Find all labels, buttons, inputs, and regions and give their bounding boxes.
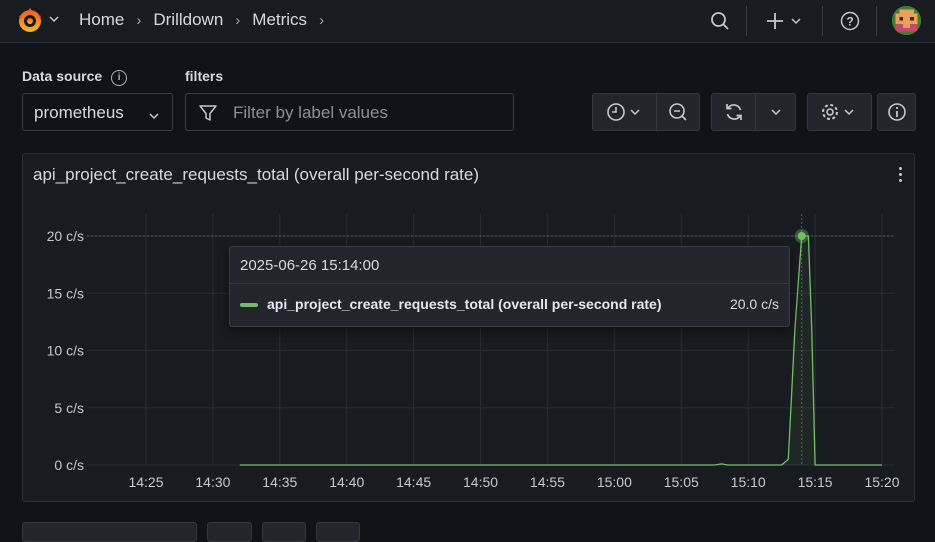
tooltip-series-name: api_project_create_requests_total (overa… [267,296,662,312]
add-menu-button[interactable] [765,8,805,34]
chevron-right-icon: › [136,11,142,29]
bottom-control[interactable] [262,522,306,542]
filter-icon [198,103,218,128]
x-tick-label: 14:40 [329,474,364,490]
top-nav-bar: Home › Drilldown › Metrics › ? [0,0,935,43]
breadcrumb-metrics[interactable]: Metrics [252,10,307,30]
divider [876,6,877,36]
time-picker-button[interactable] [592,93,657,131]
x-tick-label: 15:05 [664,474,699,490]
metric-panel: api_project_create_requests_total (overa… [22,153,915,502]
chevron-right-icon: › [319,11,325,29]
y-tick-label: 15 c/s [47,285,84,301]
x-tick-label: 14:50 [463,474,498,490]
filter-text-field[interactable] [231,100,505,126]
zoom-out-button[interactable] [656,93,700,131]
x-tick-label: 14:35 [262,474,297,490]
x-tick-label: 15:00 [597,474,632,490]
refresh-button[interactable] [711,93,756,131]
divider [230,283,789,284]
info-icon[interactable]: i [111,70,128,86]
data-source-select[interactable]: prometheus [22,93,173,131]
info-button[interactable] [877,93,916,131]
tooltip-value: 20.0 c/s [729,296,779,312]
timeseries-chart[interactable]: 20 c/s 15 c/s 10 c/s 5 c/s 0 c/s 14:25 14:30 14… [23,154,914,501]
help-icon[interactable]: ? [838,8,862,34]
filters-label: filters [185,68,224,84]
x-tick-label: 14:55 [530,474,565,490]
chevron-right-icon: › [235,11,241,29]
data-source-label: Data source i [22,68,128,86]
chevron-down-icon[interactable] [49,14,59,27]
x-tick-label: 14:25 [128,474,163,490]
settings-button[interactable] [807,93,872,131]
x-tick-label: 15:15 [798,474,833,490]
search-icon[interactable] [707,8,733,34]
x-tick-label: 14:30 [195,474,230,490]
divider [746,6,747,36]
refresh-interval-dropdown[interactable] [755,93,796,131]
x-tick-label: 14:45 [396,474,431,490]
breadcrumb-home[interactable]: Home [79,10,124,30]
series-color-swatch [240,303,258,307]
divider [822,6,823,36]
chevron-down-icon [149,108,159,126]
tooltip-time: 2025-06-26 15:14:00 [240,257,380,274]
grafana-logo-icon[interactable] [16,7,44,35]
y-tick-label: 5 c/s [54,400,84,416]
y-tick-label: 0 c/s [54,457,84,473]
data-source-value: prometheus [34,103,124,122]
chart-tooltip: 2025-06-26 15:14:00 api_project_create_r… [229,246,790,327]
x-tick-label: 15:20 [864,474,899,490]
bottom-control[interactable] [22,522,197,542]
user-avatar[interactable] [892,6,921,35]
x-tick-label: 15:10 [731,474,766,490]
y-tick-label: 20 c/s [47,228,84,244]
hover-point [797,232,806,240]
filter-input[interactable] [185,93,514,131]
bottom-control[interactable] [316,522,360,542]
breadcrumb-drilldown[interactable]: Drilldown [153,10,223,30]
breadcrumb: Home › Drilldown › Metrics › [79,10,336,30]
svg-text:?: ? [846,15,853,29]
bottom-control[interactable] [207,522,252,542]
y-tick-label: 10 c/s [47,343,84,359]
